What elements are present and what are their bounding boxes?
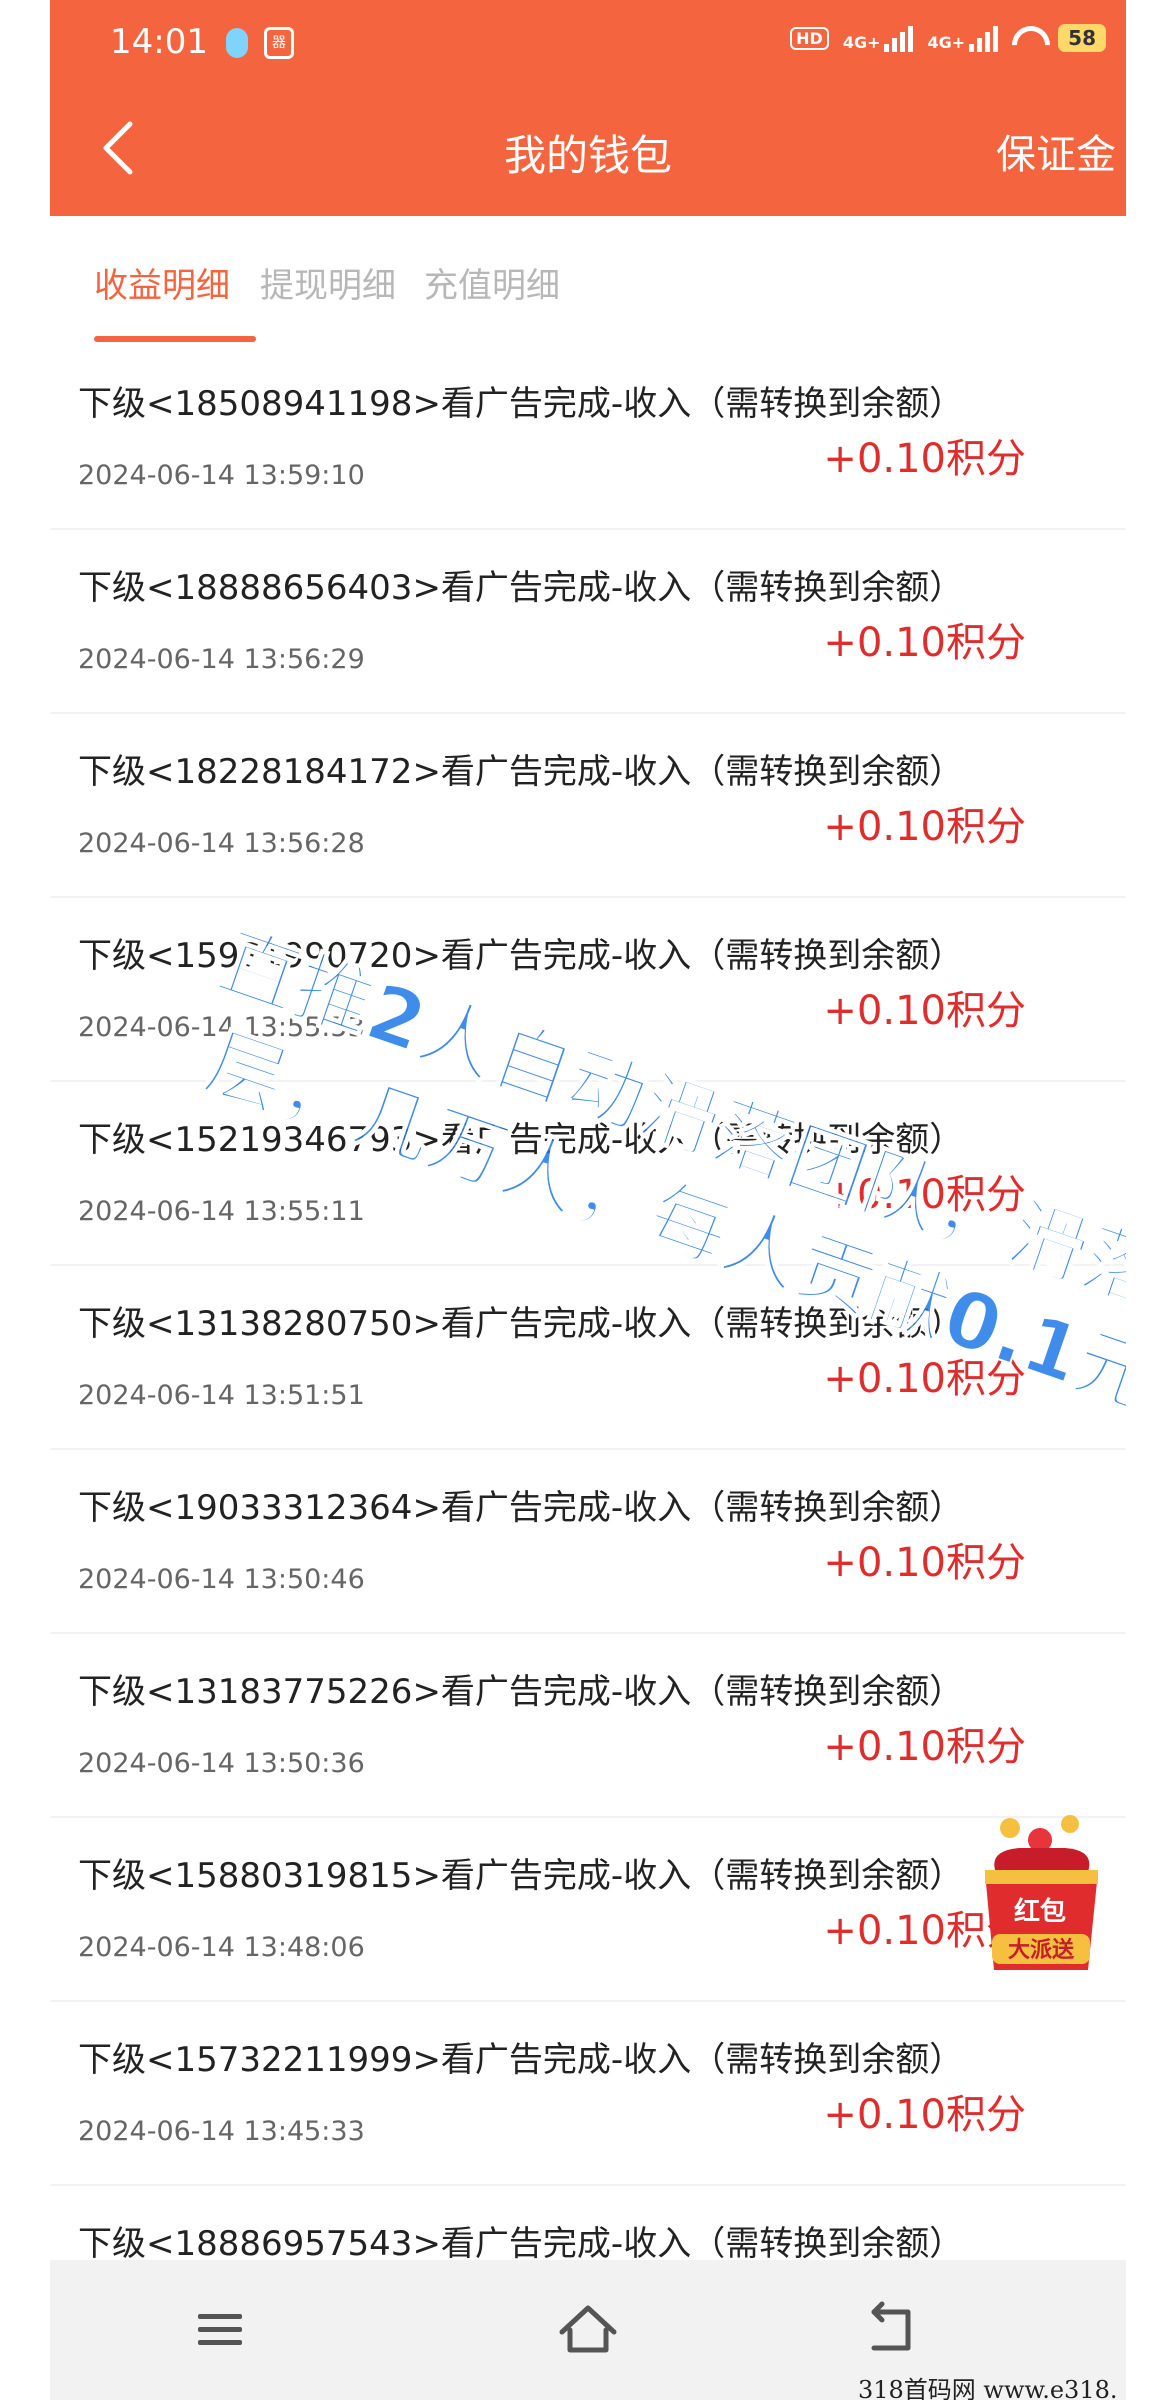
record-title: 下级<15971990720>看广告完成-收入（需转换到余额） <box>78 936 964 976</box>
record-time: 2024-06-14 13:51:51 <box>78 1380 365 1411</box>
record-title: 下级<15219346793>看广告完成-收入（需转换到余额） <box>78 1120 964 1160</box>
red-packet-line-2: 大派送 <box>1008 1937 1074 1963</box>
app-header: 14:01 器 HD 4G+ 4G+ 58 我的钱包 保证金 <box>50 0 1126 216</box>
network-type-2: 4G+ <box>927 33 966 52</box>
record-title: 下级<18228184172>看广告完成-收入（需转换到余额） <box>78 752 964 792</box>
notification-dot-icon <box>226 28 248 58</box>
hd-icon: HD <box>790 26 829 50</box>
record-amount: +0.10积分 <box>823 988 1026 1034</box>
record-title: 下级<13138280750>看广告完成-收入（需转换到余额） <box>78 1304 964 1344</box>
record-amount: +0.10积分 <box>823 620 1026 666</box>
record-title: 下级<13183775226>看广告完成-收入（需转换到余额） <box>78 1672 964 1712</box>
system-back-button[interactable] <box>850 2290 930 2370</box>
wifi-icon <box>1012 26 1044 50</box>
list-item[interactable]: 下级<13138280750>看广告完成-收入（需转换到余额） +0.10积分 … <box>50 1266 1126 1448</box>
red-packet-line-1: 红包 <box>1014 1896 1066 1927</box>
record-title: 下级<18888656403>看广告完成-收入（需转换到余额） <box>78 568 964 608</box>
record-title: 下级<15732211999>看广告完成-收入（需转换到余额） <box>78 2040 964 2080</box>
record-title: 下级<18508941198>看广告完成-收入（需转换到余额） <box>78 384 964 424</box>
site-watermark: 318首码网 www.e318. <box>858 2376 1118 2400</box>
record-time: 2024-06-14 13:55:11 <box>78 1196 365 1227</box>
active-tab-indicator <box>94 336 256 342</box>
signal-1: 4G+ <box>843 24 914 52</box>
record-time: 2024-06-14 13:56:29 <box>78 644 365 675</box>
status-indicators: HD 4G+ 4G+ 58 <box>790 24 1106 52</box>
record-title: 下级<19033312364>看广告完成-收入（需转换到余额） <box>78 1488 964 1528</box>
record-amount: +0.10积分 <box>823 436 1026 482</box>
red-packet-button[interactable]: 红包 大派送 <box>970 1810 1110 1980</box>
record-amount: +0.10积分 <box>823 1172 1026 1218</box>
list-item[interactable]: 下级<15219346793>看广告完成-收入（需转换到余额） +0.10积分 … <box>50 1082 1126 1264</box>
record-time: 2024-06-14 13:48:06 <box>78 1932 365 1963</box>
record-time: 2024-06-14 13:59:10 <box>78 460 365 491</box>
chevron-left-icon <box>103 121 133 175</box>
tab-withdrawals[interactable]: 提现明细 <box>260 258 396 307</box>
tab-recharge[interactable]: 充值明细 <box>424 258 560 307</box>
back-button[interactable] <box>90 118 150 178</box>
status-time: 14:01 <box>110 22 208 62</box>
back-icon <box>871 2301 911 2351</box>
phone-screen: 14:01 器 HD 4G+ 4G+ 58 我的钱包 保证金 收益明细 提现明细… <box>50 0 1126 2400</box>
record-time: 2024-06-14 13:45:33 <box>78 2116 365 2147</box>
list-item[interactable]: 下级<18228184172>看广告完成-收入（需转换到余额） +0.10积分 … <box>50 714 1126 896</box>
tab-earnings[interactable]: 收益明细 <box>94 258 230 307</box>
signal-2: 4G+ <box>927 24 999 52</box>
record-time: 2024-06-14 13:50:36 <box>78 1748 365 1779</box>
record-amount: +0.10积分 <box>823 1540 1026 1586</box>
list-item[interactable]: 下级<15732211999>看广告完成-收入（需转换到余额） +0.10积分 … <box>50 2002 1126 2184</box>
status-bar: 14:01 器 HD 4G+ 4G+ 58 <box>50 0 1126 88</box>
list-item[interactable]: 下级<15971990720>看广告完成-收入（需转换到余额） +0.10积分 … <box>50 898 1126 1080</box>
home-icon <box>559 2305 617 2353</box>
page-title: 我的钱包 <box>503 131 672 180</box>
list-item[interactable]: 下级<19033312364>看广告完成-收入（需转换到余额） +0.10积分 … <box>50 1450 1126 1632</box>
signal-bars-icon <box>884 24 914 52</box>
list-item[interactable]: 下级<13183775226>看广告完成-收入（需转换到余额） +0.10积分 … <box>50 1634 1126 1816</box>
battery-icon: 58 <box>1058 24 1106 52</box>
menu-icon <box>198 2314 242 2345</box>
record-time: 2024-06-14 13:55:53 <box>78 1012 365 1043</box>
menu-button[interactable] <box>180 2290 260 2370</box>
list-item[interactable]: 下级<18888656403>看广告完成-收入（需转换到余额） +0.10积分 … <box>50 530 1126 712</box>
app-notification-icon: 器 <box>264 27 294 59</box>
deposit-button[interactable]: 保证金 <box>996 122 1116 180</box>
record-time: 2024-06-14 13:50:46 <box>78 1564 365 1595</box>
list-item[interactable]: 下级<18886957543>看广告完成-收入（需转换到余额） +0.10积分 <box>50 2186 1126 2266</box>
record-amount: +0.10积分 <box>823 1356 1026 1402</box>
signal-bars-icon <box>969 24 999 52</box>
tab-bar: 收益明细 提现明细 充值明细 <box>50 216 1126 346</box>
network-type-1: 4G+ <box>842 33 881 52</box>
record-amount: +0.10积分 <box>823 1724 1026 1770</box>
record-time: 2024-06-14 13:56:28 <box>78 828 365 859</box>
list-item[interactable]: 下级<15880319815>看广告完成-收入（需转换到余额） +0.10积分 … <box>50 1818 1126 2000</box>
record-amount: +0.10积分 <box>823 2092 1026 2138</box>
red-packet-icon: 红包 大派送 <box>985 1815 1098 1970</box>
record-amount: +0.10积分 <box>823 804 1026 850</box>
list-item[interactable]: 下级<18508941198>看广告完成-收入（需转换到余额） +0.10积分 … <box>50 346 1126 528</box>
home-button[interactable] <box>548 2290 628 2370</box>
record-title: 下级<15880319815>看广告完成-收入（需转换到余额） <box>78 1856 964 1896</box>
